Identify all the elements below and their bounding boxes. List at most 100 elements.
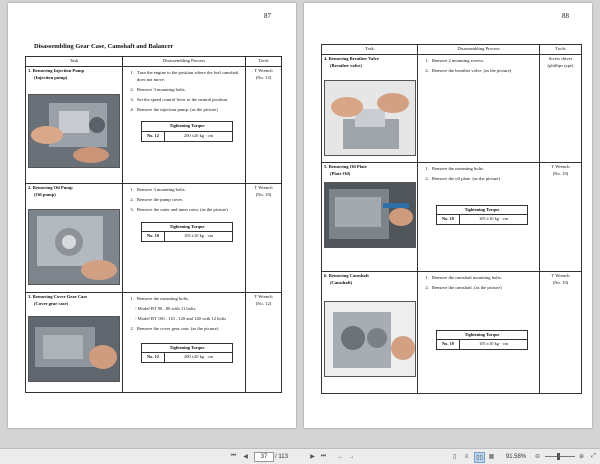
- facing-continuous-icon[interactable]: ▦: [487, 452, 496, 461]
- step-text: Remove the outer and inner rotor. (as th…: [135, 207, 243, 214]
- single-page-icon[interactable]: ▯: [450, 452, 459, 461]
- model-note: - Model BT 100 , 110 , 120 and 140 with …: [135, 315, 227, 321]
- tool-size: (No. 12): [255, 74, 272, 80]
- task-title: 1. Removing Injection Pump: [28, 68, 85, 73]
- fit-page-icon[interactable]: ⤢: [589, 452, 598, 461]
- next-page-icon[interactable]: ▶: [308, 452, 317, 461]
- step-text: Remove the mounting bolts.: [135, 296, 243, 303]
- step-text: Remove the injection pump. (as the pictu…: [135, 107, 243, 114]
- zoom-slider-thumb[interactable]: [557, 453, 560, 460]
- forward-icon[interactable]: →: [347, 452, 356, 461]
- tool-size: (phillips type): [547, 62, 574, 68]
- column-header-process: Disassembling Process: [122, 56, 246, 67]
- last-page-icon[interactable]: ⏭: [319, 452, 328, 461]
- step-text: Remove the pump cover.: [135, 197, 243, 204]
- step-text: Set the speed control lever to the neutr…: [135, 97, 243, 104]
- torque-bolt-no: No. 10: [436, 339, 460, 350]
- column-header-task: Task: [25, 56, 123, 67]
- column-header-task: Task: [321, 44, 418, 55]
- injection-pump-photo: [28, 93, 120, 168]
- table-row: 1. Removing Injection Pump (Injection pu…: [25, 66, 282, 184]
- oil-pump-photo: [28, 208, 120, 285]
- task-title: 6. Removing Camshaft: [324, 273, 369, 278]
- task-title: 3. Removing Cover Gear Case: [28, 294, 88, 299]
- torque-title: Tightening Torque: [141, 221, 233, 233]
- torque-table: Tightening Torque No. 12 200 ±20 kg · cm: [141, 342, 233, 363]
- page-number-input[interactable]: 37: [254, 452, 274, 462]
- task-title: 4. Removing Breather Valve: [324, 56, 379, 61]
- torque-title: Tightening Torque: [141, 121, 233, 133]
- task-subtitle: (Oil pump): [34, 191, 56, 197]
- torque-table: Tightening Torque No. 10 105 ±10 kg · cm: [436, 329, 528, 350]
- torque-value: 105 ±10 kg · cm: [459, 339, 528, 350]
- camshaft-photo: [324, 300, 416, 377]
- tool-name: T Wrench: [551, 273, 570, 278]
- step-text: Remove 2 mounting screws.: [430, 58, 537, 65]
- previous-page-icon[interactable]: ◀: [241, 452, 250, 461]
- task-subtitle: (Injection pump): [34, 74, 68, 80]
- torque-value: 200 ±20 kg · cm: [164, 352, 233, 363]
- task-title: 5. Removing Oil Plate: [324, 164, 367, 169]
- step-text: Remove 3 mounting bolts.: [135, 187, 243, 194]
- tool-name: T Wrench: [551, 164, 570, 169]
- step-text: Remove the breather valve. (as the pictu…: [430, 68, 537, 75]
- model-note: - Model BT 90 , 80 with 11 bolts: [135, 305, 196, 311]
- oil-plate-photo: [324, 181, 416, 248]
- facing-pages-icon[interactable]: ▯▯: [474, 452, 485, 463]
- document-page-right: 88 Task Disassembling Process Tools 4. R…: [304, 3, 592, 428]
- step-text: Remove the camshaft. (as the picture): [430, 285, 537, 292]
- torque-title: Tightening Torque: [436, 329, 528, 341]
- torque-title: Tightening Torque: [436, 204, 528, 216]
- cover-gear-case-photo: [28, 315, 120, 382]
- back-icon[interactable]: ←: [336, 452, 345, 461]
- first-page-icon[interactable]: ⏮: [229, 452, 238, 461]
- step-text: Remove the camshaft mounting bolts.: [430, 275, 537, 282]
- step-text: Remove the oil plate. (as the picture): [430, 176, 537, 183]
- breather-valve-photo: [324, 79, 416, 156]
- torque-table: Tightening Torque No. 10 105 ±10 kg · cm: [141, 221, 233, 242]
- task-title: 2. Removing Oil Pump: [28, 185, 73, 190]
- procedure-table: Task Disassembling Process Tools 4. Remo…: [321, 44, 582, 394]
- step-text: Remove the cover gear case. (as the pict…: [135, 326, 243, 333]
- document-page-left: 87 Disassembling Gear Case, Camshaft and…: [8, 3, 296, 428]
- table-row: 5. Removing Oil Plate (Plate Oil) Remove…: [321, 162, 582, 272]
- continuous-page-icon[interactable]: ≡: [462, 452, 471, 461]
- tool-size: (No. 10): [255, 191, 272, 197]
- torque-bolt-no: No. 10: [141, 231, 165, 242]
- task-subtitle: (Camshaft): [330, 279, 353, 285]
- page-number: 87: [264, 12, 271, 20]
- table-row: 6. Removing Camshaft (Camshaft) Remove t…: [321, 271, 582, 394]
- zoom-out-icon[interactable]: ⊖: [533, 452, 542, 461]
- page-title: Disassembling Gear Case, Camshaft and Ba…: [34, 43, 174, 50]
- column-header-tools: Tools: [539, 44, 582, 55]
- tool-name: T Wrench: [254, 185, 273, 190]
- torque-table: Tightening Torque No. 10 105 ±10 kg · cm: [436, 204, 528, 225]
- torque-table: Tightening Torque No. 12 200 ±20 kg · cm: [141, 121, 233, 142]
- column-header-tools: Tools: [245, 56, 282, 67]
- tool-size: (No. 12): [255, 300, 272, 306]
- task-subtitle: (Cover gear case): [34, 300, 69, 306]
- torque-value: 105 ±10 kg · cm: [164, 231, 233, 242]
- tool-size: (No. 10): [552, 170, 569, 176]
- torque-bolt-no: No. 10: [436, 214, 460, 225]
- task-subtitle: (Plate Oil): [330, 170, 351, 176]
- zoom-slider-track: [545, 453, 575, 460]
- procedure-table: Task Disassembling Process Tools 1. Remo…: [25, 56, 282, 393]
- torque-bolt-no: No. 12: [141, 352, 165, 363]
- torque-bolt-no: No. 12: [141, 131, 165, 142]
- table-header-row: Task Disassembling Process Tools: [25, 56, 282, 67]
- total-pages-label: / 113: [275, 453, 288, 460]
- viewer-toolbar: ⏮ ◀ 37 / 113 ▶ ⏭ ← → ▯ ≡ ▯▯ ▦ 91.58% ⊖ ⊕…: [0, 448, 600, 464]
- zoom-slider[interactable]: [545, 452, 575, 461]
- table-row: 4. Removing Breather Valve (Breather val…: [321, 54, 582, 163]
- torque-value: 105 ±10 kg · cm: [459, 214, 528, 225]
- zoom-in-icon[interactable]: ⊕: [577, 452, 586, 461]
- step-text: Remove the mounting bolts.: [430, 166, 537, 173]
- table-row: 3. Removing Cover Gear Case (Cover gear …: [25, 292, 282, 393]
- step-text: Remove 3 mounting bolts.: [135, 87, 243, 94]
- zoom-level[interactable]: 91.58%: [503, 452, 529, 461]
- tool-name: Screw driver: [548, 56, 573, 61]
- current-page-value: 37: [260, 454, 268, 460]
- task-subtitle: (Breather valve): [330, 62, 362, 68]
- tool-name: T Wrench: [254, 294, 273, 299]
